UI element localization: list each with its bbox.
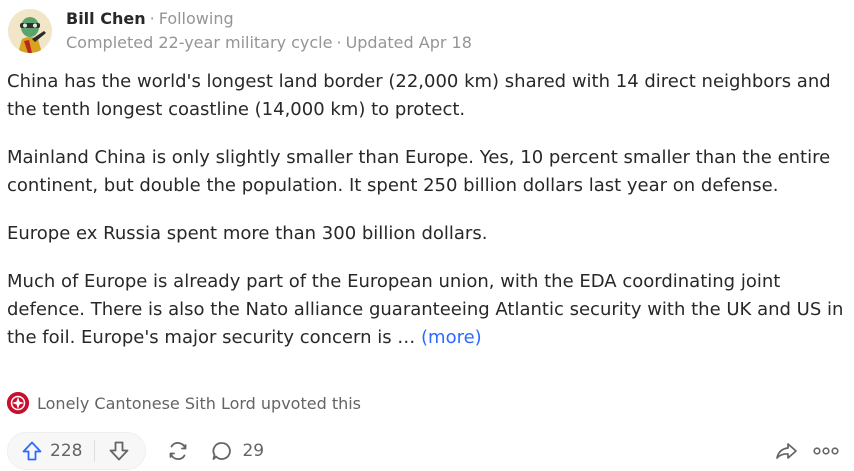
follow-status[interactable]: Following [159, 9, 234, 28]
reshare-button[interactable] [166, 439, 190, 463]
separator-dot: · [336, 33, 342, 52]
upvote-count: 228 [50, 441, 83, 461]
secondary-actions [762, 430, 840, 471]
answer-card: Bill Chen · Following Completed 22-year mi… [0, 0, 854, 471]
vote-pill: 228 [7, 432, 147, 470]
action-bar: 228 29 [7, 430, 854, 471]
author-avatar[interactable] [8, 9, 52, 53]
more-options-button[interactable] [812, 439, 840, 463]
upvoted-by-row[interactable]: Lonely Cantonese Sith Lord upvoted this [7, 390, 361, 416]
answer-paragraph: China has the world's longest land borde… [7, 71, 831, 120]
upvote-button[interactable]: 228 [8, 433, 94, 469]
comment-button[interactable]: 29 [210, 439, 264, 463]
author-avatar-image [8, 9, 52, 53]
upvote-arrow-icon [22, 441, 42, 461]
share-button[interactable] [774, 439, 800, 463]
separator-dot: · [149, 9, 155, 28]
author-meta: Bill Chen · Following Completed 22-year mi… [66, 7, 472, 55]
downvote-arrow-icon [110, 441, 129, 461]
reshare-icon [170, 442, 187, 460]
comment-count: 29 [242, 441, 265, 461]
answer-paragraph: Mainland China is only slightly smaller … [7, 147, 831, 196]
upvoter-avatar-icon [7, 392, 29, 414]
upvoter-avatar [7, 392, 29, 414]
author-credential[interactable]: Completed 22-year military cycle [66, 33, 332, 52]
more-dots-icon [813, 447, 839, 455]
answer-paragraph: Europe ex Russia spent more than 300 bil… [7, 223, 488, 244]
credential-line: Completed 22-year military cycle · Updated… [66, 31, 472, 55]
downvote-button[interactable] [95, 433, 145, 469]
author-line: Bill Chen · Following [66, 7, 472, 31]
answer-paragraph-last: Much of Europe is already part of the Eu… [7, 268, 847, 352]
answer-body[interactable]: China has the world's longest land borde… [7, 68, 847, 352]
updated-date[interactable]: Updated Apr 18 [346, 33, 472, 52]
more-link[interactable]: (more) [421, 327, 482, 348]
share-forward-icon [776, 443, 797, 459]
answer-header: Bill Chen · Following Completed 22-year mi… [8, 4, 472, 58]
author-name[interactable]: Bill Chen [66, 9, 146, 28]
comment-bubble-icon [212, 442, 232, 460]
upvoted-by-text: Lonely Cantonese Sith Lord upvoted this [37, 393, 362, 413]
